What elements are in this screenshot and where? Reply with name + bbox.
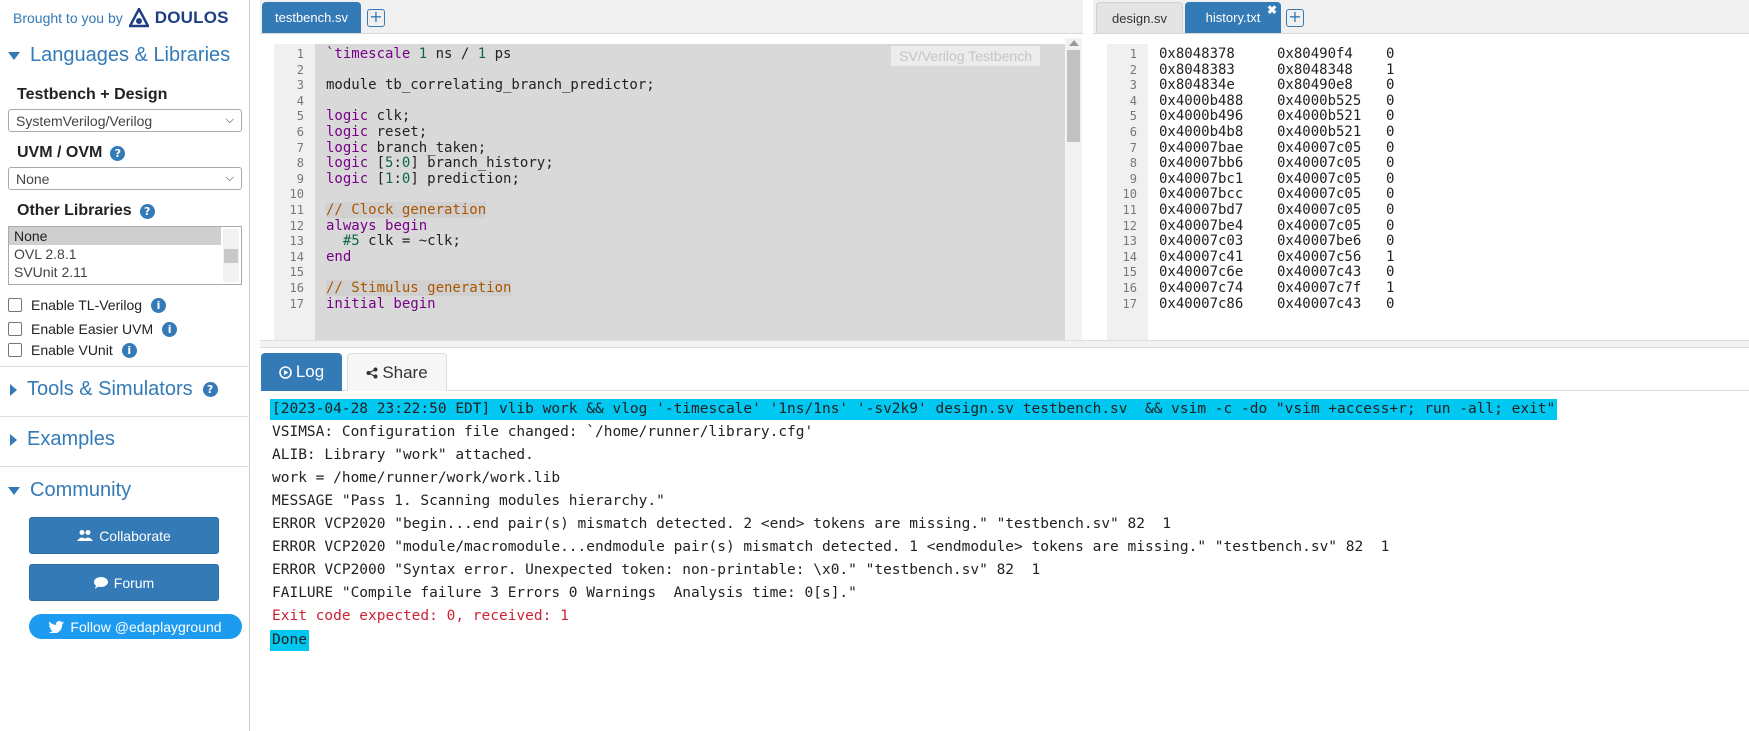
info-icon[interactable]: i <box>162 321 178 337</box>
uvm-ovm-select[interactable]: None ⌵ <box>8 167 242 190</box>
caret-down-icon <box>8 51 20 60</box>
enable-vunit-row[interactable]: Enable VUnit i <box>8 342 137 358</box>
section-languages-libraries[interactable]: Languages & Libraries <box>8 44 230 67</box>
enable-vunit-checkbox[interactable] <box>8 343 22 357</box>
uvm-ovm-label: UVM / OVM ? <box>17 144 126 162</box>
collaborate-button[interactable]: Collaborate <box>29 517 219 554</box>
doulos-logo-icon <box>128 8 149 28</box>
chevron-down-icon: ⌵ <box>225 172 234 184</box>
follow-twitter-button[interactable]: Follow @edaplayground <box>29 614 242 639</box>
enable-easier-uvm-row[interactable]: Enable Easier UVM i <box>8 321 178 337</box>
target-address: 0x40007c43 <box>1277 295 1362 312</box>
log-error-line: ERROR VCP2020 "module/macromodule...endm… <box>272 539 1390 555</box>
help-icon[interactable]: ? <box>110 145 126 161</box>
section-title: Languages & Libraries <box>30 44 231 66</box>
taken-flag: 0 <box>1386 295 1395 312</box>
log-line: work = /home/runner/work/work.lib <box>272 470 561 486</box>
brand[interactable]: Brought to you by DOULOS <box>13 6 229 30</box>
editor-tabstrip: design.sv history.txt ✖ + <box>1093 0 1749 34</box>
add-tab-icon[interactable]: + <box>367 9 385 27</box>
help-icon[interactable]: ? <box>139 203 155 219</box>
enable-easier-uvm-checkbox[interactable] <box>8 322 22 336</box>
other-libraries-listbox[interactable]: None OVL 2.8.1 SVUnit 2.11 <box>8 226 242 285</box>
section-community[interactable]: Community <box>8 479 131 502</box>
pane-splitter[interactable] <box>260 340 1749 348</box>
log-command-line: [2023-04-28 23:22:50 EDT] vlib work && v… <box>270 399 1558 420</box>
log-line: ALIB: Library "work" attached. <box>272 447 534 463</box>
divider <box>0 466 250 467</box>
brand-by-text: Brought to you by <box>13 10 123 26</box>
forum-button[interactable]: Forum <box>29 564 219 601</box>
caret-right-icon <box>10 433 17 446</box>
pc-address: 0x40007c86 <box>1159 295 1244 312</box>
log-failure-line: FAILURE "Compile failure 3 Errors 0 Warn… <box>272 585 857 601</box>
enable-tl-verilog-checkbox[interactable] <box>8 298 22 312</box>
share-icon <box>366 367 378 378</box>
info-icon[interactable]: i <box>151 297 167 313</box>
editor-tabstrip: testbench.sv + <box>260 0 1083 34</box>
tab-share[interactable]: Share <box>347 353 447 391</box>
other-libraries-label: Other Libraries ? <box>17 202 155 220</box>
log-line: VSIMSA: Configuration file changed: `/ho… <box>272 424 814 440</box>
exit-code-line: Exit code expected: 0, received: 1 <box>272 608 569 624</box>
line-number: 17 <box>1122 296 1137 311</box>
enable-tl-verilog-row[interactable]: Enable TL-Verilog i <box>8 297 167 313</box>
tab-design-sv[interactable]: design.sv <box>1096 2 1183 33</box>
brand-name: DOULOS <box>154 8 229 27</box>
divider <box>0 416 250 417</box>
editor-scrollbar[interactable] <box>1065 38 1082 340</box>
list-option[interactable]: SVUnit 2.11 <box>9 263 221 281</box>
play-circle-icon <box>279 365 292 379</box>
section-examples[interactable]: Examples <box>8 428 115 451</box>
log-tabstrip: Log Share <box>260 350 1749 391</box>
tab-log[interactable]: Log <box>261 353 342 391</box>
testbench-design-label: Testbench + Design <box>17 86 168 103</box>
tab-history-txt[interactable]: history.txt ✖ <box>1185 2 1281 33</box>
done-badge: Done <box>270 630 309 651</box>
close-tab-icon[interactable]: ✖ <box>1267 3 1277 17</box>
design-editor-pane: design.sv history.txt ✖ + 1 0x8048378 0x80… <box>1093 0 1749 340</box>
info-icon[interactable]: i <box>121 342 137 358</box>
log-error-line: ERROR VCP2020 "begin...end pair(s) misma… <box>272 516 1172 532</box>
list-option[interactable]: None <box>9 227 221 245</box>
caret-right-icon <box>10 383 17 396</box>
section-tools-simulators[interactable]: Tools & Simulators ? <box>8 378 218 401</box>
log-error-line: ERROR VCP2000 "Syntax error. Unexpected … <box>272 562 1041 578</box>
twitter-bird-icon <box>49 620 65 633</box>
history-text-editor[interactable]: 1 0x8048378 0x80490f4 0 2 0x8048383 0x8048348 1… <box>1107 44 1749 340</box>
testbench-editor-pane: testbench.sv + 1 `timescale 1 ns / 1 ps 2 3… <box>260 0 1083 340</box>
divider <box>0 366 250 367</box>
scrollbar-thumb[interactable] <box>1067 50 1080 142</box>
add-tab-icon[interactable]: + <box>1286 9 1304 27</box>
sidebar: Brought to you by DOULOS Languages & Lib… <box>0 0 250 731</box>
listbox-scrollbar[interactable] <box>223 229 239 282</box>
chevron-down-icon: ⌵ <box>225 114 234 126</box>
code-editor[interactable]: 1 `timescale 1 ns / 1 ps 2 3 module tb_corre… <box>274 44 1065 340</box>
line-number: 17 <box>289 296 304 311</box>
caret-down-icon <box>8 486 20 495</box>
users-icon <box>77 530 94 541</box>
list-option[interactable]: OVL 2.8.1 <box>9 245 221 263</box>
log-line: MESSAGE "Pass 1. Scanning modules hierar… <box>272 493 665 509</box>
help-icon[interactable]: ? <box>202 382 218 397</box>
editor-watermark: SV/Verilog Testbench <box>891 46 1040 66</box>
tab-testbench-sv[interactable]: testbench.sv <box>262 2 361 33</box>
scroll-up-arrow-icon[interactable] <box>1069 40 1079 46</box>
chat-bubble-icon <box>93 576 108 589</box>
testbench-design-select[interactable]: SystemVerilog/Verilog ⌵ <box>8 109 242 132</box>
log-output: [2023-04-28 23:22:50 EDT] vlib work && v… <box>260 391 1749 731</box>
